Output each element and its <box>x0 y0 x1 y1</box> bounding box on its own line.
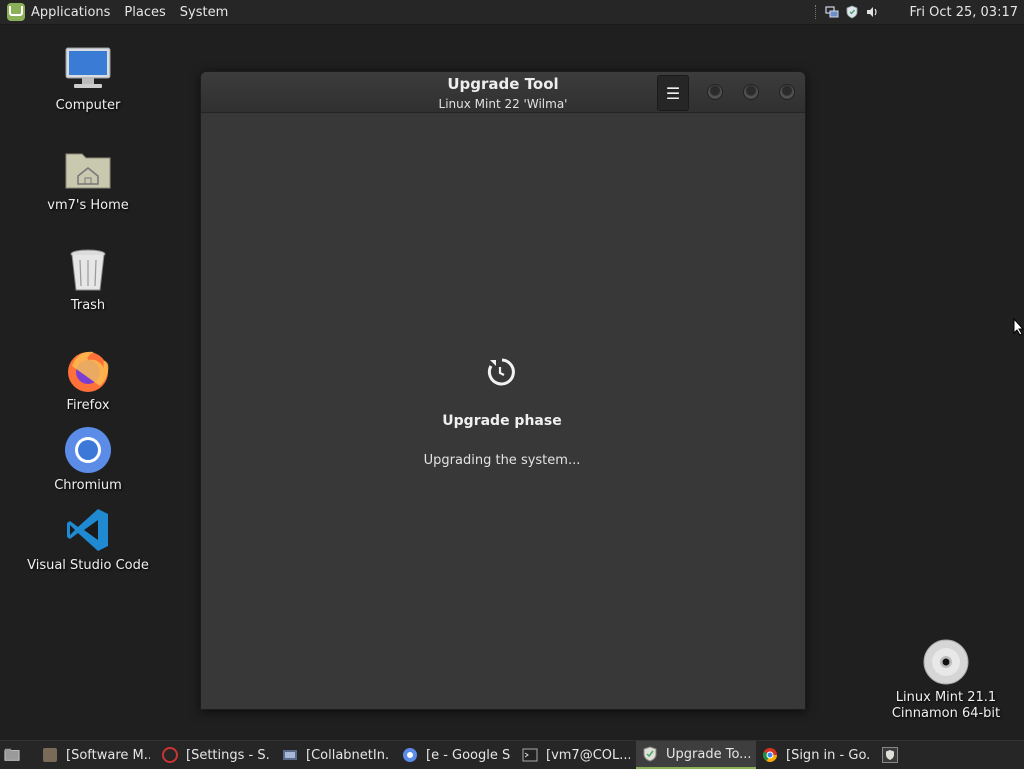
mouse-cursor-icon <box>1013 317 1024 340</box>
taskbar-item-label: [Sign in - Go... <box>786 747 870 763</box>
app-icon <box>282 747 298 763</box>
taskbar-item-collabnet[interactable]: [CollabnetIn... <box>276 741 396 769</box>
places-menu[interactable]: Places <box>117 0 172 24</box>
places-menu-label: Places <box>124 4 166 20</box>
top-panel: Applications Places System Fri Oct 25, 0… <box>0 0 1024 25</box>
taskbar: [Software M... [Settings - S... [Collabn… <box>0 740 1024 769</box>
show-desktop-button[interactable] <box>0 741 36 769</box>
desktop-icon-trash[interactable]: Trash <box>18 246 158 313</box>
desktop-icon-label: Firefox <box>66 398 110 413</box>
phase-title: Upgrade phase <box>442 413 562 429</box>
close-button[interactable] <box>779 84 795 100</box>
tray-separator <box>815 5 817 19</box>
upgrade-tool-window: Upgrade Tool Linux Mint 22 'Wilma' ☰ Upg… <box>200 71 806 710</box>
system-menu[interactable]: System <box>173 0 235 24</box>
desktop-icon-label: Computer <box>55 98 121 113</box>
window-titlebar[interactable]: Upgrade Tool Linux Mint 22 'Wilma' ☰ <box>201 72 805 113</box>
maximize-button[interactable] <box>743 84 759 100</box>
shield-update-icon[interactable] <box>845 5 859 19</box>
shield-update-icon <box>882 747 898 763</box>
taskbar-item-label: [Software M... <box>66 747 150 763</box>
volume-icon[interactable] <box>865 5 879 19</box>
show-desktop-icon <box>4 747 20 763</box>
minimize-button[interactable] <box>707 84 723 100</box>
trash-icon <box>64 246 112 294</box>
taskbar-item-software-manager[interactable]: [Software M... <box>36 741 156 769</box>
network-icon[interactable] <box>825 5 839 19</box>
applications-menu-label: Applications <box>31 4 111 20</box>
upgrade-phase-icon <box>486 356 518 388</box>
desktop-icon-home[interactable]: vm7's Home <box>18 146 158 213</box>
home-folder-icon <box>64 146 112 194</box>
window-menu-button[interactable]: ☰ <box>657 75 689 111</box>
shield-icon <box>642 746 658 762</box>
taskbar-item-label: [vm7@COL... <box>546 747 630 763</box>
system-menu-label: System <box>179 4 229 20</box>
phase-status-text: Upgrading the system... <box>423 453 581 468</box>
chromium-icon <box>402 747 418 763</box>
tray-update-manager[interactable] <box>876 741 906 769</box>
terminal-icon <box>522 747 538 763</box>
software-manager-icon <box>42 747 58 763</box>
window-content: Upgrade phase Upgrading the system... <box>201 113 805 709</box>
chrome-icon <box>762 747 778 763</box>
taskbar-item-google-sheets[interactable]: [e - Google S... <box>396 741 516 769</box>
desktop-icon-chromium[interactable]: Chromium <box>18 426 158 493</box>
clock[interactable]: Fri Oct 25, 03:17 <box>909 5 1018 20</box>
settings-icon <box>162 747 178 763</box>
taskbar-item-settings[interactable]: [Settings - S... <box>156 741 276 769</box>
desktop-icon-install-disc[interactable]: Linux Mint 21.1 Cinnamon 64-bit <box>876 606 1016 738</box>
vscode-icon <box>64 506 112 554</box>
mint-logo-icon <box>7 3 25 21</box>
taskbar-item-sign-in[interactable]: [Sign in - Go... <box>756 741 876 769</box>
desktop-icon-vscode[interactable]: Visual Studio Code <box>18 506 158 573</box>
desktop-icon-label: vm7's Home <box>47 198 129 213</box>
desktop-icon-label: Trash <box>70 298 106 313</box>
chromium-icon <box>64 426 112 474</box>
desktop-icon-label: Visual Studio Code <box>27 558 149 573</box>
desktop-icon-label: Linux Mint 21.1 Cinnamon 64-bit <box>891 690 1001 721</box>
applications-menu[interactable]: Applications <box>0 0 117 24</box>
taskbar-item-label: [e - Google S... <box>426 747 510 763</box>
taskbar-item-upgrade-tool[interactable]: Upgrade To... <box>636 741 756 769</box>
computer-icon <box>64 46 112 94</box>
firefox-icon <box>64 346 112 394</box>
taskbar-item-terminal[interactable]: [vm7@COL... <box>516 741 636 769</box>
taskbar-item-label: Upgrade To... <box>666 746 750 762</box>
hamburger-icon: ☰ <box>665 83 681 103</box>
desktop-icon-label: Chromium <box>54 478 122 493</box>
desktop-icon-computer[interactable]: Computer <box>18 46 158 113</box>
system-tray: Fri Oct 25, 03:17 <box>815 0 1024 24</box>
taskbar-item-label: [CollabnetIn... <box>306 747 390 763</box>
taskbar-item-label: [Settings - S... <box>186 747 270 763</box>
disc-icon <box>922 622 970 685</box>
desktop-icon-firefox[interactable]: Firefox <box>18 346 158 413</box>
